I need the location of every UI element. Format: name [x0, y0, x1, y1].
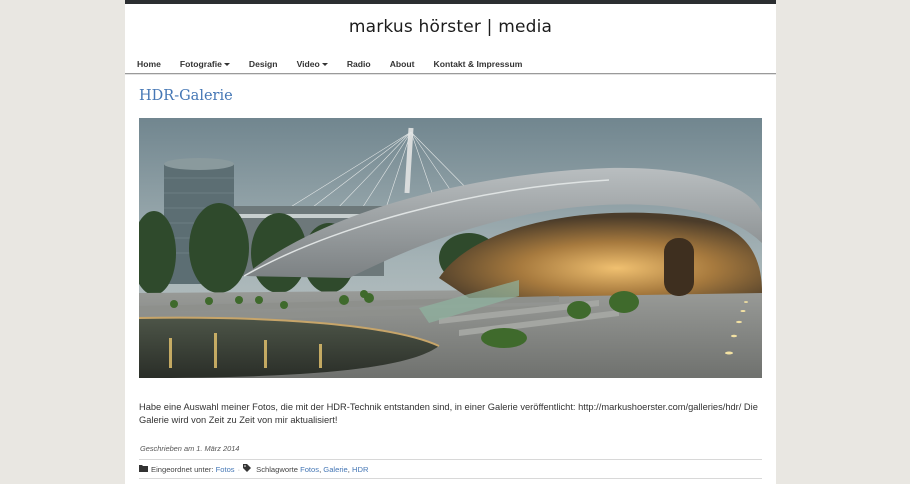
nav-item-home[interactable]: Home — [137, 59, 161, 69]
nav-item-label: Fotografie — [179, 59, 222, 69]
nav-item-kontakt-impressum[interactable]: Kontakt & Impressum — [434, 59, 523, 69]
nav-item-about[interactable]: About — [390, 59, 415, 69]
category-link-fotos[interactable]: Fotos — [216, 465, 235, 474]
nav-item-label: Design — [248, 59, 278, 69]
meta-separator: · — [237, 464, 241, 474]
meta-divider — [139, 459, 762, 460]
main-nav: Home Fotografie Design Video Radio About… — [137, 55, 541, 73]
tag-link-hdr[interactable]: HDR — [352, 465, 368, 474]
caret-down-icon — [223, 62, 230, 66]
nav-item-design[interactable]: Design — [249, 59, 278, 69]
tag-link-galerie[interactable]: Galerie — [323, 465, 347, 474]
meta-divider — [139, 478, 762, 479]
post-featured-image[interactable] — [139, 118, 762, 378]
tags-icon — [243, 464, 253, 474]
caret-down-icon — [321, 62, 328, 66]
tag-link-fotos[interactable]: Fotos — [300, 465, 319, 474]
nav-item-video[interactable]: Video — [297, 59, 328, 69]
post-title[interactable]: HDR-Galerie — [139, 88, 233, 104]
nav-item-label: Home — [137, 59, 161, 69]
category-label: Eingeordnet unter: — [151, 464, 214, 474]
nav-item-label: Radio — [346, 59, 371, 69]
post-body: Habe eine Auswahl meiner Fotos, die mit … — [139, 402, 758, 425]
tags-label: Schlagworte — [256, 464, 298, 474]
page-container: markus hörster | media Home Fotografie D… — [125, 0, 776, 484]
nav-divider — [125, 73, 776, 75]
nav-item-fotografie[interactable]: Fotografie — [180, 59, 230, 69]
post-date: Geschrieben am 1. März 2014 — [140, 444, 240, 453]
nav-item-label: Video — [296, 59, 320, 69]
nav-item-label: About — [389, 59, 415, 69]
folder-icon — [139, 464, 148, 474]
post-taxonomy: Eingeordnet unter: Fotos · Schlagworte F… — [139, 464, 368, 474]
nav-item-label: Kontakt & Impressum — [433, 59, 523, 69]
site-title[interactable]: markus hörster | media — [125, 17, 776, 37]
nav-item-radio[interactable]: Radio — [347, 59, 371, 69]
